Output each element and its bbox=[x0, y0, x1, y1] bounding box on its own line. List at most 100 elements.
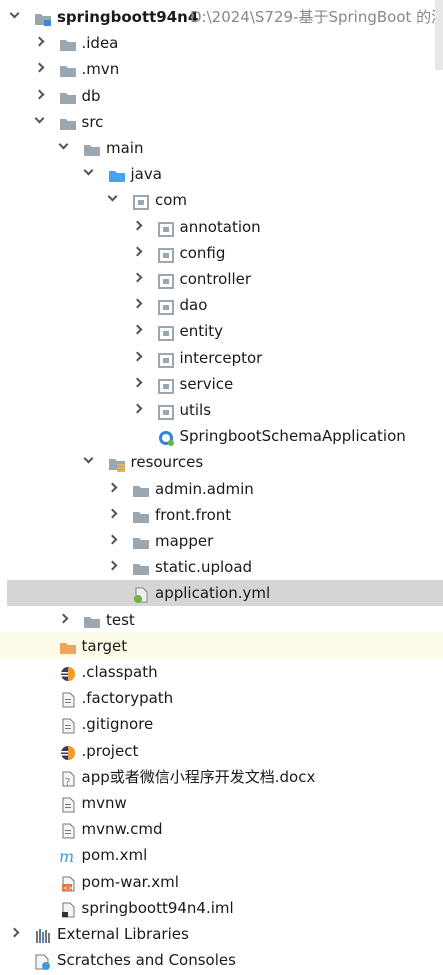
tree-row[interactable]: main bbox=[0, 135, 443, 161]
tree-row[interactable]: utils bbox=[0, 397, 443, 423]
tree-node-label: mapper bbox=[155, 532, 214, 550]
chevron-right-icon[interactable] bbox=[132, 272, 142, 283]
tree-row[interactable]: SpringbootSchemaApplication bbox=[0, 423, 443, 449]
tree-row[interactable]: resources bbox=[0, 449, 443, 475]
chevron-right-icon[interactable] bbox=[132, 377, 142, 388]
chevron-right-icon[interactable] bbox=[58, 613, 69, 624]
svg-text:m: m bbox=[59, 849, 74, 865]
chevron-right-icon[interactable] bbox=[34, 62, 44, 73]
tree-row[interactable]: ? app或者微信小程序开发文档.docx bbox=[0, 764, 443, 790]
tree-row[interactable]: test bbox=[0, 607, 443, 633]
chevron-right-icon[interactable] bbox=[132, 403, 142, 414]
spring-boot-class-icon bbox=[157, 428, 175, 447]
eclipse-icon bbox=[59, 743, 77, 760]
tree-row[interactable]: java bbox=[0, 161, 443, 187]
source-folder-icon bbox=[108, 166, 126, 183]
libraries-icon bbox=[34, 926, 52, 943]
tree-row[interactable]: .mvn bbox=[0, 56, 443, 82]
tree-node-label: admin.admin bbox=[155, 479, 254, 498]
tree-row[interactable]: entity bbox=[0, 318, 443, 344]
unknown-file-icon: ? bbox=[59, 769, 77, 788]
tree-row[interactable]: springboott94n4 D:\2024\S729-基于SpringBoot… bbox=[0, 4, 443, 30]
tree-node-label: pom.xml bbox=[81, 846, 148, 865]
text-file-icon bbox=[59, 795, 77, 813]
chevron-down-icon[interactable] bbox=[83, 453, 93, 464]
chevron-right-icon[interactable] bbox=[107, 560, 118, 571]
excluded-folder-icon bbox=[59, 638, 77, 654]
tree-row[interactable]: dao bbox=[0, 292, 443, 318]
tree-row[interactable]: front.front bbox=[0, 502, 443, 528]
tree-node-label: mvnw bbox=[81, 794, 127, 812]
tree-row[interactable]: static.upload bbox=[0, 554, 443, 580]
chevron-right-icon[interactable] bbox=[132, 324, 142, 335]
chevron-right-icon[interactable] bbox=[9, 927, 20, 938]
folder-icon bbox=[83, 612, 101, 628]
chevron-right-icon[interactable] bbox=[132, 220, 142, 231]
chevron-down-icon[interactable] bbox=[9, 8, 20, 19]
eclipse-icon bbox=[59, 664, 77, 681]
tree-row[interactable]: Scratches and Consoles bbox=[0, 947, 443, 973]
resources-folder-icon bbox=[108, 454, 126, 473]
package-icon bbox=[157, 350, 175, 368]
tree-row[interactable]: service bbox=[0, 371, 443, 397]
tree-row[interactable]: springboott94n4.iml bbox=[0, 895, 443, 921]
tree-row[interactable]: m pom.xml bbox=[0, 842, 443, 868]
tree-node-label: External Libraries bbox=[57, 925, 189, 943]
tree-row[interactable]: .gitignore bbox=[0, 711, 443, 737]
tree-row[interactable]: admin.admin bbox=[0, 476, 443, 502]
tree-row[interactable]: com bbox=[0, 187, 443, 213]
folder-icon bbox=[59, 88, 77, 104]
chevron-right-icon[interactable] bbox=[107, 534, 118, 545]
folder-icon bbox=[59, 114, 77, 130]
tree-row[interactable]: interceptor bbox=[0, 345, 443, 371]
iml-file-icon bbox=[59, 900, 77, 918]
tree-row[interactable]: mvnw.cmd bbox=[0, 816, 443, 842]
maven-icon: m bbox=[59, 847, 77, 866]
tree-row[interactable]: annotation bbox=[0, 214, 443, 240]
tree-row[interactable]: .factorypath bbox=[0, 685, 443, 711]
module-folder-icon bbox=[34, 9, 52, 26]
tree-row[interactable]: src bbox=[0, 109, 443, 135]
tree-node-label: application.yml bbox=[155, 584, 271, 603]
tree-row[interactable]: mapper bbox=[0, 528, 443, 554]
tree-row[interactable]: .classpath bbox=[0, 659, 443, 685]
chevron-right-icon[interactable] bbox=[107, 482, 118, 493]
tree-row[interactable]: db bbox=[0, 83, 443, 109]
tree-node-label: .mvn bbox=[81, 60, 120, 79]
chevron-right-icon[interactable] bbox=[34, 89, 44, 100]
chevron-right-icon[interactable] bbox=[132, 351, 142, 362]
tree-node-label: java bbox=[130, 165, 162, 184]
tree-node-label: dao bbox=[179, 296, 208, 315]
tree-row[interactable]: .project bbox=[0, 738, 443, 764]
chevron-down-icon[interactable] bbox=[34, 113, 44, 124]
tree-row[interactable]: config bbox=[0, 240, 443, 266]
chevron-down-icon[interactable] bbox=[83, 165, 93, 176]
tree-node-label: pom-war.xml bbox=[81, 872, 179, 891]
folder-icon bbox=[59, 61, 77, 78]
chevron-down-icon[interactable] bbox=[107, 191, 118, 202]
chevron-right-icon[interactable] bbox=[132, 298, 142, 309]
tree-row[interactable]: mvnw bbox=[0, 790, 443, 816]
tree-row[interactable]: controller bbox=[0, 266, 443, 292]
folder-icon bbox=[132, 559, 150, 576]
chevron-down-icon[interactable] bbox=[58, 139, 69, 150]
tree-row[interactable]: External Libraries bbox=[0, 921, 443, 947]
tree-node-label: db bbox=[81, 86, 101, 105]
project-path: D:\2024\S729-基于SpringBoot 的沁 bbox=[190, 8, 443, 26]
tree-node-label: .factorypath bbox=[81, 689, 174, 708]
chevron-right-icon[interactable] bbox=[107, 508, 118, 519]
tree-node-label: resources bbox=[130, 453, 204, 472]
tree-row[interactable]: application.yml bbox=[7, 580, 443, 607]
tree-row[interactable]: <> pom-war.xml bbox=[0, 869, 443, 895]
vertical-scrollbar[interactable] bbox=[435, 0, 443, 70]
package-icon bbox=[132, 192, 150, 211]
package-icon bbox=[157, 323, 175, 342]
chevron-right-icon[interactable] bbox=[132, 246, 142, 257]
tree-row[interactable]: .idea bbox=[0, 30, 443, 56]
tree-node-label: target bbox=[81, 636, 128, 655]
tree-row[interactable]: target bbox=[0, 632, 443, 659]
spring-yml-icon bbox=[132, 585, 150, 604]
tree-node-label: main bbox=[106, 139, 144, 157]
chevron-right-icon[interactable] bbox=[34, 36, 44, 47]
package-icon bbox=[157, 271, 175, 289]
